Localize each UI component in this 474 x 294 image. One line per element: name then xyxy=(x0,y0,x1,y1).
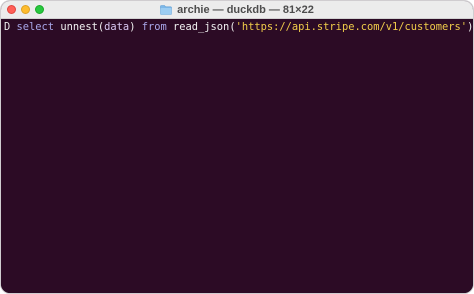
string-url: 'https://api.stripe.com/v1/customers' xyxy=(235,21,468,33)
folder-icon xyxy=(160,5,172,15)
terminal-window: archie — duckdb — 81×22 D select unnest(… xyxy=(0,0,474,294)
window-title: archie — duckdb — 81×22 xyxy=(177,4,314,16)
identifier-data: data xyxy=(104,21,130,33)
terminal-output[interactable]: D select unnest(data) from read_json('ht… xyxy=(1,19,473,293)
keyword-select: select xyxy=(16,21,55,33)
window-title-container: archie — duckdb — 81×22 xyxy=(1,3,473,17)
function-read-json: read_json xyxy=(173,21,230,33)
function-unnest: unnest xyxy=(60,21,98,33)
paren-close: ) xyxy=(129,21,136,33)
keyword-from: from xyxy=(141,21,167,33)
duckdb-prompt: D xyxy=(4,21,11,33)
title-bar[interactable]: archie — duckdb — 81×22 xyxy=(1,1,473,19)
